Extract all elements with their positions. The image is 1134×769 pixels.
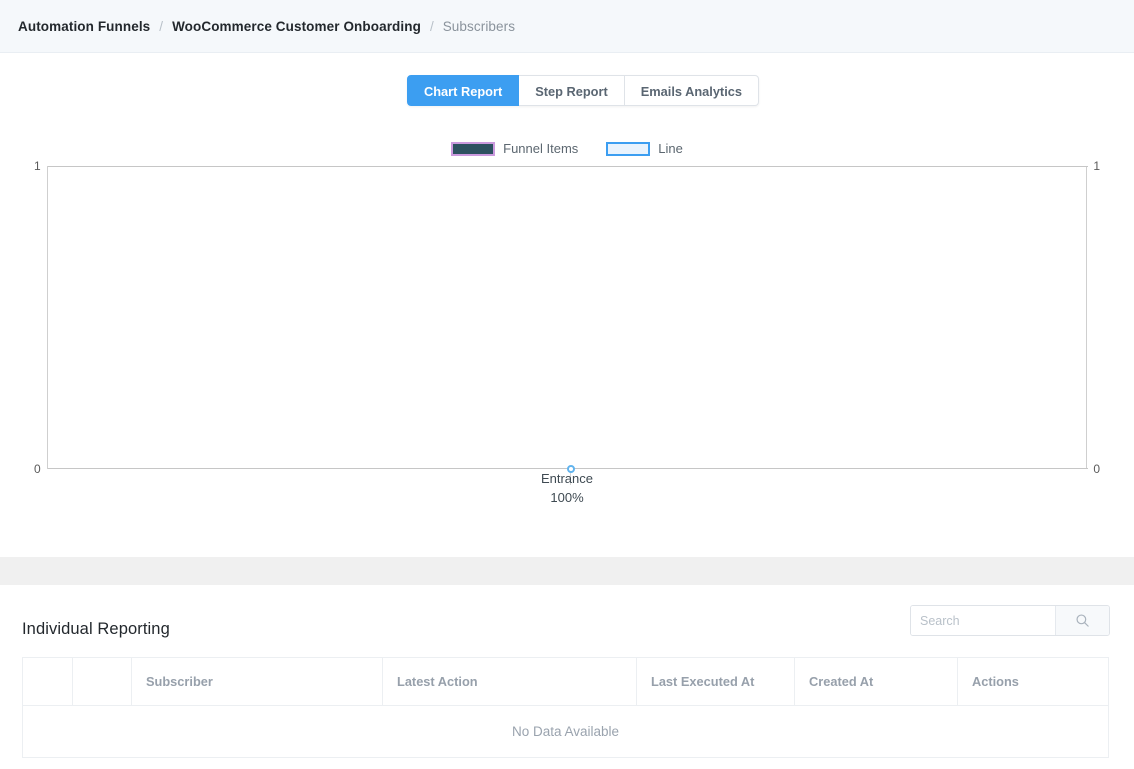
section-divider (0, 557, 1134, 585)
chart-report-card: Chart Report Step Report Emails Analytic… (0, 53, 1134, 557)
y-axis-left-tick-min: 0 (34, 462, 41, 476)
breadcrumb-item-subscribers: Subscribers (442, 18, 516, 34)
chart-category-label-entrance: Entrance (540, 471, 594, 486)
table-header-latest-action[interactable]: Latest Action (382, 657, 637, 706)
page-root: Automation Funnels / WooCommerce Custome… (0, 0, 1134, 769)
section-title-individual-reporting: Individual Reporting (22, 620, 170, 638)
tab-step-report[interactable]: Step Report (519, 75, 625, 106)
chart-plot-area: 1 0 1 0 (34, 160, 1100, 485)
chart-category-labels: Entrance 100% (47, 469, 1087, 507)
breadcrumb-separator-2: / (429, 18, 434, 34)
table-empty-message: No Data Available (22, 705, 1109, 758)
legend-swatch-line (606, 141, 651, 156)
breadcrumb-separator: / (159, 18, 164, 34)
table-header-actions: Actions (957, 657, 1109, 706)
y-axis-left-tick-max: 1 (34, 159, 41, 173)
legend-label-line: Line (658, 141, 683, 156)
legend-swatch-funnel-items (451, 141, 496, 156)
y-axis-right-tick-max: 1 (1093, 159, 1100, 173)
y-axis-right-tick-min: 0 (1093, 462, 1100, 476)
search-button[interactable] (1055, 606, 1109, 635)
legend-label-funnel-items: Funnel Items (503, 141, 579, 156)
chart-legend: Funnel Items Line (0, 141, 1134, 156)
search-input[interactable] (911, 606, 1055, 635)
individual-reporting-card: Individual Reporting Subscriber (0, 585, 1134, 769)
tab-emails-analytics[interactable]: Emails Analytics (624, 75, 759, 106)
table-body: No Data Available (22, 705, 1109, 758)
breadcrumb-item-funnel-name[interactable]: WooCommerce Customer Onboarding (172, 19, 421, 34)
table-empty-row: No Data Available (22, 705, 1109, 758)
breadcrumb-item-automation-funnels[interactable]: Automation Funnels (18, 19, 150, 34)
breadcrumb-bar: Automation Funnels / WooCommerce Custome… (0, 0, 1134, 53)
chart-point-label-entrance: 100% (550, 490, 584, 505)
legend-item-line[interactable]: Line (606, 141, 683, 156)
subscribers-table: Subscriber Latest Action Last Executed A… (22, 657, 1109, 758)
table-header-last-executed-at[interactable]: Last Executed At (636, 657, 795, 706)
table-header-created-at[interactable]: Created At (794, 657, 958, 706)
tab-chart-report[interactable]: Chart Report (407, 75, 520, 106)
table-header-row: Subscriber Latest Action Last Executed A… (22, 657, 1109, 706)
search-box (910, 605, 1110, 636)
legend-item-funnel-items[interactable]: Funnel Items (451, 141, 578, 156)
report-tab-group: Chart Report Step Report Emails Analytic… (407, 75, 759, 106)
search-icon (1076, 614, 1089, 627)
chart-axis-top (48, 166, 1088, 167)
table-header-subscriber[interactable]: Subscriber (131, 657, 383, 706)
table-header-expand[interactable] (72, 657, 132, 706)
table-header-select[interactable] (22, 657, 73, 706)
